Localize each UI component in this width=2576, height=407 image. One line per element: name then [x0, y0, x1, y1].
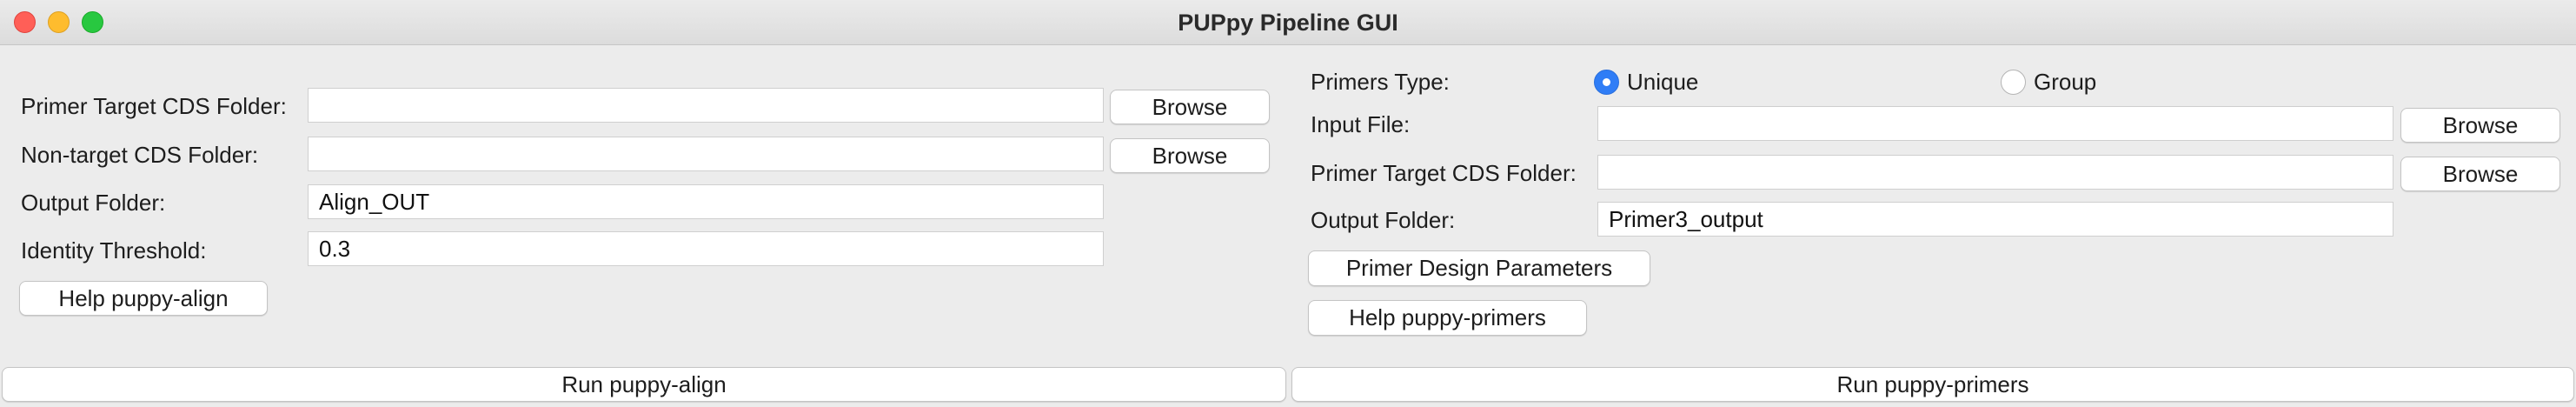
- group-radio[interactable]: [2001, 70, 2026, 95]
- unique-radio-label[interactable]: Unique: [1627, 68, 1698, 96]
- help-puppy-align-button[interactable]: Help puppy-align: [19, 281, 268, 316]
- title-bar: PUPpy Pipeline GUI: [0, 0, 2576, 45]
- primers-target-folder-label: Primer Target CDS Folder:: [1311, 160, 1577, 186]
- align-target-folder-label: Primer Target CDS Folder:: [21, 93, 287, 119]
- input-file-input[interactable]: [1597, 106, 2393, 141]
- align-nontarget-folder-label: Non-target CDS Folder:: [21, 142, 259, 168]
- window-title: PUPpy Pipeline GUI: [1178, 10, 1398, 36]
- align-nontarget-browse-button[interactable]: Browse: [1110, 138, 1270, 173]
- identity-threshold-label: Identity Threshold:: [21, 237, 207, 264]
- group-radio-label[interactable]: Group: [2034, 68, 2096, 96]
- run-puppy-primers-button[interactable]: Run puppy-primers: [1291, 367, 2574, 402]
- primers-output-folder-label: Output Folder:: [1311, 207, 1456, 233]
- primers-target-folder-input[interactable]: [1597, 155, 2393, 190]
- help-puppy-primers-button[interactable]: Help puppy-primers: [1308, 300, 1587, 336]
- input-file-browse-button[interactable]: Browse: [2400, 108, 2560, 143]
- unique-radio[interactable]: [1594, 70, 1619, 95]
- align-target-browse-button[interactable]: Browse: [1110, 90, 1270, 124]
- primer-design-parameters-button[interactable]: Primer Design Parameters: [1308, 250, 1650, 286]
- align-target-folder-input[interactable]: [308, 88, 1104, 123]
- align-output-folder-label: Output Folder:: [21, 190, 166, 216]
- primers-type-label: Primers Type:: [1311, 69, 1450, 95]
- align-nontarget-folder-input[interactable]: [308, 137, 1104, 171]
- primers-target-browse-button[interactable]: Browse: [2400, 157, 2560, 191]
- identity-threshold-input[interactable]: [308, 231, 1104, 266]
- input-file-label: Input File:: [1311, 111, 1411, 137]
- align-output-folder-input[interactable]: [308, 184, 1104, 219]
- run-puppy-align-button[interactable]: Run puppy-align: [2, 367, 1286, 402]
- primers-output-folder-input[interactable]: [1597, 202, 2393, 237]
